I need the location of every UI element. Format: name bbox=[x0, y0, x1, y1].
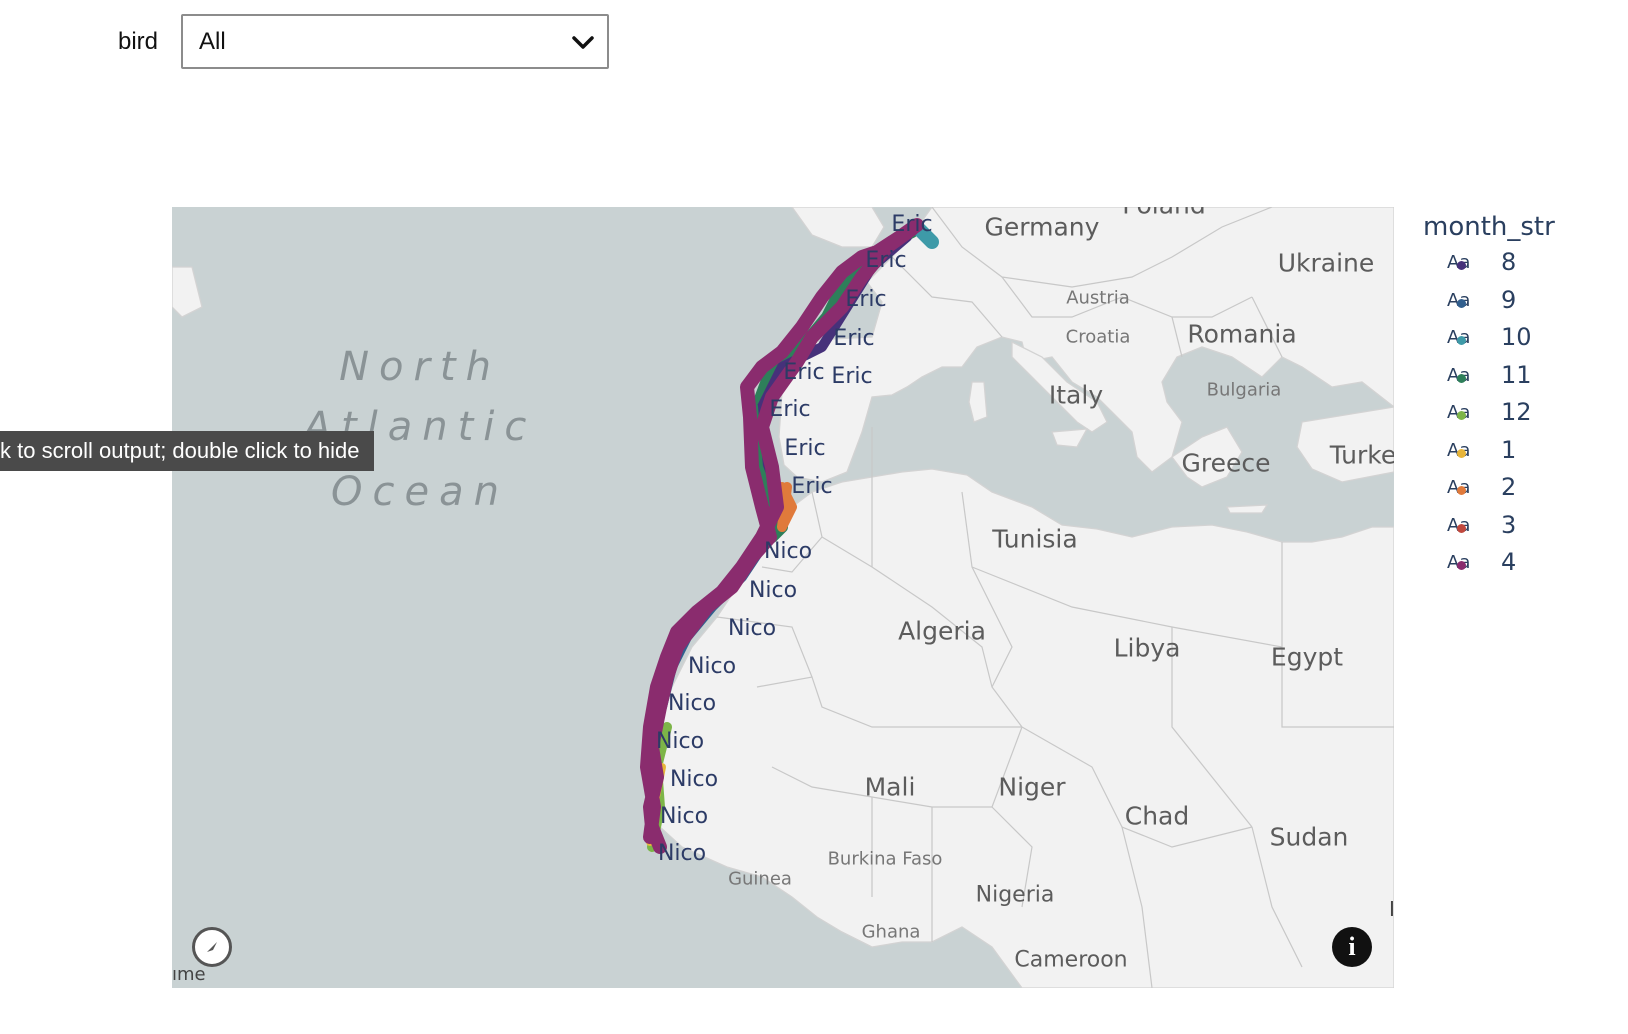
chevron-down-icon bbox=[572, 36, 594, 49]
legend-label: 2 bbox=[1501, 473, 1517, 501]
country-label: Bulgaria bbox=[1206, 379, 1282, 401]
legend-item[interactable]: Aa3 bbox=[1447, 509, 1587, 541]
legend-color-dot bbox=[1457, 336, 1466, 345]
country-label: Tunisia bbox=[992, 524, 1078, 554]
legend-item[interactable]: Aa8 bbox=[1447, 246, 1587, 278]
country-label: Nigeria bbox=[975, 882, 1055, 908]
scroll-output-tooltip: k to scroll output; double click to hide bbox=[0, 431, 374, 471]
country-label: Chad bbox=[1124, 801, 1190, 831]
country-label: Croatia bbox=[1065, 326, 1131, 348]
trace-label: Eric bbox=[769, 397, 810, 422]
legend-label: 12 bbox=[1501, 398, 1532, 426]
legend-label: 8 bbox=[1501, 248, 1517, 276]
country-label: Ghana bbox=[861, 921, 921, 943]
legend-label: 4 bbox=[1501, 548, 1517, 576]
country-label: Italy bbox=[1048, 380, 1104, 410]
country-label: Niger bbox=[998, 772, 1066, 802]
map-view[interactable]: Eric Eric Eric Eric Eric Eric Eric Eric … bbox=[172, 207, 1394, 988]
legend-color-dot bbox=[1457, 373, 1466, 383]
country-label: Ukraine bbox=[1277, 248, 1375, 278]
trace-label: Nico bbox=[688, 654, 736, 679]
legend-item[interactable]: Aa1 bbox=[1447, 434, 1587, 466]
legend: month_str Aa8Aa9Aa10Aa11Aa12Aa1Aa2Aa3Aa4 bbox=[1423, 212, 1555, 576]
bird-select-value: All bbox=[199, 28, 226, 55]
trace-label: Nico bbox=[749, 578, 797, 603]
trace-label: Nico bbox=[656, 729, 704, 754]
country-label: Guinea bbox=[728, 868, 792, 890]
legend-label: 10 bbox=[1501, 323, 1532, 351]
trace-label: Eric bbox=[783, 360, 824, 385]
country-label: Romania bbox=[1187, 319, 1297, 349]
map-edge-mark: I bbox=[1389, 897, 1394, 921]
trace-label: Eric bbox=[831, 364, 872, 389]
trace-label: Eric bbox=[791, 474, 832, 499]
country-label: Cameroon bbox=[1014, 947, 1128, 973]
legend-item[interactable]: Aa9 bbox=[1447, 284, 1587, 316]
trace-label: Eric bbox=[845, 287, 886, 312]
legend-color-dot bbox=[1457, 261, 1466, 270]
info-icon[interactable]: i bbox=[1332, 927, 1372, 967]
country-label: Libya bbox=[1113, 633, 1181, 663]
country-label: Sudan bbox=[1269, 822, 1349, 852]
compass-icon[interactable] bbox=[192, 927, 232, 967]
legend-color-dot bbox=[1457, 486, 1466, 495]
trace-label: Eric bbox=[784, 436, 825, 461]
legend-item[interactable]: Aa12 bbox=[1447, 396, 1587, 428]
country-label: Germany bbox=[984, 212, 1100, 242]
trace-label: Nico bbox=[668, 691, 716, 716]
legend-label: 11 bbox=[1501, 360, 1532, 389]
map-attribution[interactable]: ıme bbox=[172, 964, 206, 985]
legend-color-dot bbox=[1457, 561, 1466, 570]
legend-label: 3 bbox=[1501, 510, 1517, 539]
bird-filter-label: bird bbox=[118, 28, 159, 55]
ocean-label-line3: Ocean bbox=[331, 469, 509, 515]
legend-item[interactable]: Aa2 bbox=[1447, 471, 1587, 503]
legend-color-dot bbox=[1457, 298, 1466, 308]
legend-label: 9 bbox=[1501, 285, 1517, 314]
trace-label: Nico bbox=[670, 767, 718, 792]
legend-color-dot bbox=[1457, 523, 1466, 533]
country-label: Turke bbox=[1329, 440, 1394, 470]
country-label: Mali bbox=[864, 772, 916, 802]
trace-label: Nico bbox=[728, 616, 776, 641]
country-label: Greece bbox=[1181, 448, 1271, 478]
legend-item[interactable]: Aa10 bbox=[1447, 321, 1587, 353]
country-label: Austria bbox=[1066, 287, 1130, 309]
legend-title: month_str bbox=[1423, 212, 1555, 242]
legend-color-dot bbox=[1457, 411, 1466, 420]
country-label: Burkina Faso bbox=[827, 848, 943, 870]
country-label: Poland bbox=[1122, 207, 1205, 220]
trace-label: Nico bbox=[660, 804, 708, 829]
ocean-label-line1: North bbox=[339, 344, 501, 390]
trace-label: Nico bbox=[764, 539, 812, 564]
legend-label: 1 bbox=[1501, 435, 1517, 464]
country-label: Algeria bbox=[898, 616, 986, 646]
legend-item[interactable]: Aa4 bbox=[1447, 546, 1587, 578]
legend-item[interactable]: Aa11 bbox=[1447, 359, 1587, 391]
legend-color-dot bbox=[1457, 448, 1466, 458]
trace-label: Eric bbox=[891, 212, 932, 237]
bird-select[interactable]: All bbox=[181, 14, 609, 69]
trace-label: Eric bbox=[865, 248, 906, 273]
trace-label: Nico bbox=[658, 841, 706, 866]
country-label: Egypt bbox=[1270, 642, 1344, 672]
trace-label: Eric bbox=[833, 326, 874, 351]
